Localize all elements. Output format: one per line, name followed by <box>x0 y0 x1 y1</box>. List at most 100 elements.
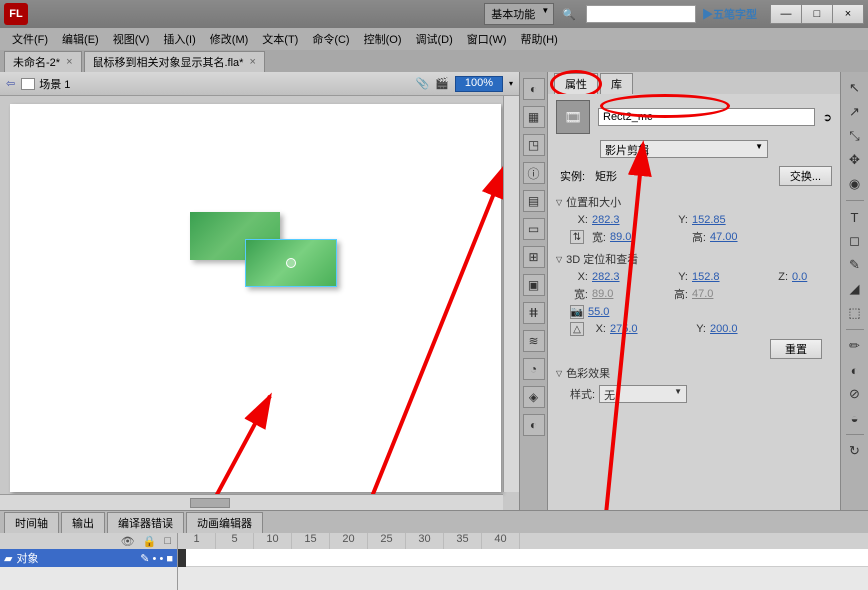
timeline-frames[interactable]: 1510152025303540 <box>178 533 868 590</box>
timeline-track[interactable] <box>178 549 868 567</box>
x3-value[interactable]: 282.3 <box>592 271 632 283</box>
close-icon[interactable]: × <box>66 56 72 68</box>
doc-tab-2[interactable]: 鼠标移到相关对象显示其名.fla*× <box>84 51 265 72</box>
tab-timeline[interactable]: 时间轴 <box>4 512 59 533</box>
dock-tool[interactable]: ◐ <box>523 78 545 100</box>
instance-name-input[interactable] <box>598 108 815 126</box>
menubar: 文件(F) 编辑(E) 视图(V) 插入(I) 修改(M) 文本(T) 命令(C… <box>0 28 868 50</box>
pen-tool-icon[interactable]: ✏ <box>845 336 865 356</box>
outline-icon[interactable]: □ <box>164 535 171 547</box>
lock-icon[interactable]: 🔒 <box>143 535 157 548</box>
zoom-input[interactable]: 100% <box>455 76 503 92</box>
menu-debug[interactable]: 调试(D) <box>410 29 459 49</box>
lock-aspect-icon[interactable]: ⇅ <box>570 230 584 244</box>
help-icon[interactable]: ➲ <box>823 111 832 124</box>
section-3d[interactable]: ▽3D 定位和查看 <box>556 251 832 267</box>
menu-text[interactable]: 文本(T) <box>256 29 304 49</box>
y-value[interactable]: 152.85 <box>692 214 732 226</box>
dock-tool[interactable]: ⊞ <box>523 246 545 268</box>
x-value[interactable]: 282.3 <box>592 214 632 226</box>
vpx-value[interactable]: 275.0 <box>610 323 650 335</box>
dock-tool[interactable]: ▤ <box>523 190 545 212</box>
brush-tool-icon[interactable]: ◢ <box>845 279 865 299</box>
eyedropper-tool-icon[interactable]: ⊘ <box>845 384 865 404</box>
dock-tool[interactable]: ◳ <box>523 134 545 156</box>
search-input[interactable] <box>586 5 696 23</box>
edit-scene-icon[interactable]: 📎 <box>416 77 430 90</box>
doc-tab-1[interactable]: 未命名-2*× <box>4 51 82 72</box>
tab-properties[interactable]: 属性 <box>554 73 598 94</box>
instance-type-icon: 🎞 <box>556 100 590 134</box>
vertical-scrollbar[interactable] <box>503 96 519 492</box>
menu-insert[interactable]: 插入(I) <box>157 29 201 49</box>
dock-tool[interactable]: ▣ <box>523 274 545 296</box>
swap-button[interactable]: 交换... <box>779 166 832 186</box>
menu-file[interactable]: 文件(F) <box>6 29 54 49</box>
tab-compiler-errors[interactable]: 编译器错误 <box>107 512 184 533</box>
menu-view[interactable]: 视图(V) <box>107 29 156 49</box>
dock-tool[interactable]: ▦ <box>523 106 545 128</box>
workspace-dropdown[interactable]: 基本功能 <box>484 3 554 25</box>
pencil-tool-icon[interactable]: ✎ <box>845 255 865 275</box>
tab-motion-editor[interactable]: 动画编辑器 <box>186 512 263 533</box>
reset-button[interactable]: 重置 <box>770 339 822 359</box>
rectangle-tool-icon[interactable]: ◻ <box>845 231 865 251</box>
dock-tool[interactable]: ⓘ <box>523 162 545 184</box>
section-position-size[interactable]: ▽位置和大小 <box>556 194 832 210</box>
tab-output[interactable]: 输出 <box>61 512 105 533</box>
z3-value[interactable]: 0.0 <box>792 271 832 283</box>
text-tool-icon[interactable]: T <box>845 207 865 227</box>
zoom-dropdown-icon[interactable]: ▾ <box>509 79 513 88</box>
maximize-button[interactable]: □ <box>801 4 833 24</box>
keyframe[interactable] <box>178 549 186 567</box>
perspective-value[interactable]: 55.0 <box>588 306 628 318</box>
3d-rotation-tool-icon[interactable]: ✥ <box>845 150 865 170</box>
back-icon[interactable]: ⇦ <box>6 77 15 90</box>
menu-edit[interactable]: 编辑(E) <box>56 29 105 49</box>
menu-commands[interactable]: 命令(C) <box>306 29 355 49</box>
hand-tool-icon[interactable]: ↻ <box>845 441 865 461</box>
menu-help[interactable]: 帮助(H) <box>515 29 564 49</box>
menu-control[interactable]: 控制(O) <box>358 29 408 49</box>
tab-library[interactable]: 库 <box>600 73 633 94</box>
dock-tool[interactable]: ▭ <box>523 218 545 240</box>
eraser-tool-icon[interactable]: ◒ <box>845 408 865 428</box>
dock-tool[interactable]: ≋ <box>523 330 545 352</box>
dock-tool[interactable]: ◔ <box>523 358 545 380</box>
w3-value: 89.0 <box>592 288 632 300</box>
style-dropdown[interactable]: 无 <box>599 385 687 403</box>
minimize-button[interactable]: — <box>770 4 802 24</box>
w-value[interactable]: 89.0 <box>610 231 650 243</box>
y3-value[interactable]: 152.8 <box>692 271 732 283</box>
close-icon[interactable]: × <box>249 56 255 68</box>
vpy-value[interactable]: 200.0 <box>710 323 750 335</box>
tools-panel: ↖ ↗ ⤡ ✥ ◉ T ◻ ✎ ◢ ⬚ ✏ ◐ ⊘ ◒ ↻ <box>840 72 868 510</box>
lasso-tool-icon[interactable]: ◉ <box>845 174 865 194</box>
ime-label: ▶五笔字型 <box>702 6 757 22</box>
transform-handle[interactable] <box>286 258 296 268</box>
vpx-label: X: <box>588 323 606 335</box>
rect2-instance[interactable] <box>245 239 337 287</box>
horizontal-scrollbar[interactable] <box>0 494 503 510</box>
dock-tool[interactable]: ◈ <box>523 386 545 408</box>
dock-tool[interactable]: ◐ <box>523 414 545 436</box>
y3-label: Y: <box>670 271 688 283</box>
close-button[interactable]: × <box>832 4 864 24</box>
h3-value: 47.0 <box>692 288 732 300</box>
stage[interactable] <box>10 104 501 492</box>
subselection-tool-icon[interactable]: ↗ <box>845 102 865 122</box>
layer-row[interactable]: ▰ 对象 ✎ • • ■ <box>0 549 177 567</box>
edit-symbol-icon[interactable]: 🎬 <box>435 77 449 90</box>
h-value[interactable]: 47.00 <box>710 231 750 243</box>
dock-tool[interactable]: ⵌ <box>523 302 545 324</box>
section-color-effect[interactable]: ▽色彩效果 <box>556 365 832 381</box>
scene-breadcrumb[interactable]: 场景 1 <box>21 76 70 92</box>
deco-tool-icon[interactable]: ⬚ <box>845 303 865 323</box>
free-transform-tool-icon[interactable]: ⤡ <box>845 126 865 146</box>
menu-window[interactable]: 窗口(W) <box>461 29 513 49</box>
menu-modify[interactable]: 修改(M) <box>204 29 255 49</box>
visibility-icon[interactable]: 👁 <box>121 535 135 548</box>
ink-bottle-tool-icon[interactable]: ◐ <box>845 360 865 380</box>
selection-tool-icon[interactable]: ↖ <box>845 78 865 98</box>
symbol-type-dropdown[interactable]: 影片剪辑 <box>600 140 768 158</box>
